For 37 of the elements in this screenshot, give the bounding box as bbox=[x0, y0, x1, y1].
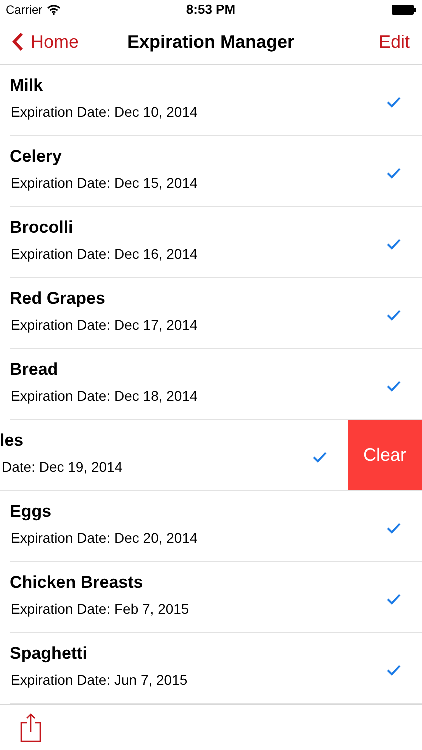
screen-title: Expiration Manager bbox=[127, 32, 295, 53]
list-row[interactable]: Eggs Expiration Date: Dec 20, 2014 bbox=[10, 491, 422, 562]
chevron-left-icon bbox=[12, 32, 24, 52]
list-row[interactable]: Brocolli Expiration Date: Dec 16, 2014 bbox=[10, 207, 422, 278]
expiration-date: Expiration Date: Feb 7, 2015 bbox=[10, 601, 190, 618]
list-row[interactable]: Chicken Breasts Expiration Date: Feb 7, 2015 bbox=[10, 562, 422, 632]
list-row[interactable]: les Date: Dec 19, 2014 bbox=[0, 420, 348, 490]
status-time: 8:53 PM bbox=[186, 2, 236, 18]
item-name: Red Grapes bbox=[10, 289, 106, 310]
item-name: Brocolli bbox=[10, 218, 74, 238]
item-name: Spaghetti bbox=[10, 644, 88, 664]
expiration-date: Date: Dec 19, 2014 bbox=[1, 459, 123, 476]
expiration-date: Expiration Date: Jun 7, 2015 bbox=[10, 672, 188, 688]
back-button[interactable]: Home bbox=[12, 32, 80, 53]
item-name: les bbox=[0, 431, 25, 452]
item-name: Celery bbox=[10, 147, 63, 168]
item-name: Bread bbox=[10, 360, 60, 380]
expiration-date: Expiration Date: Dec 15, 2014 bbox=[10, 175, 198, 192]
battery-icon bbox=[392, 4, 416, 15]
expiration-date: Expiration Date: Dec 18, 2014 bbox=[10, 388, 198, 404]
item-name: Milk bbox=[10, 76, 44, 96]
clear-button[interactable]: Clear bbox=[348, 420, 422, 490]
carrier-name: Carrier bbox=[6, 2, 43, 17]
list-row[interactable]: Bread Expiration Date: Dec 18, 2014 bbox=[10, 349, 422, 420]
list-row[interactable]: Spaghetti Expiration Date: Jun 7, 2015 bbox=[10, 633, 422, 704]
expiration-date: Expiration Date: Dec 20, 2014 bbox=[10, 530, 198, 546]
list-row[interactable]: Red Grapes Expiration Date: Dec 17, 2014 bbox=[10, 278, 422, 348]
item-name: Chicken Breasts bbox=[10, 573, 144, 594]
edit-button[interactable]: Edit bbox=[378, 32, 410, 53]
item-name: Eggs bbox=[10, 502, 53, 522]
list-row[interactable]: Milk Expiration Date: Dec 10, 2014 bbox=[10, 65, 422, 136]
list-row[interactable]: Celery Expiration Date: Dec 15, 2014 bbox=[10, 136, 422, 206]
wifi-icon bbox=[46, 4, 61, 15]
expiration-date: Expiration Date: Dec 16, 2014 bbox=[10, 246, 198, 262]
share-icon[interactable] bbox=[20, 712, 42, 743]
expiration-date: Expiration Date: Dec 17, 2014 bbox=[10, 317, 198, 334]
expiration-date: Expiration Date: Dec 10, 2014 bbox=[10, 104, 198, 120]
